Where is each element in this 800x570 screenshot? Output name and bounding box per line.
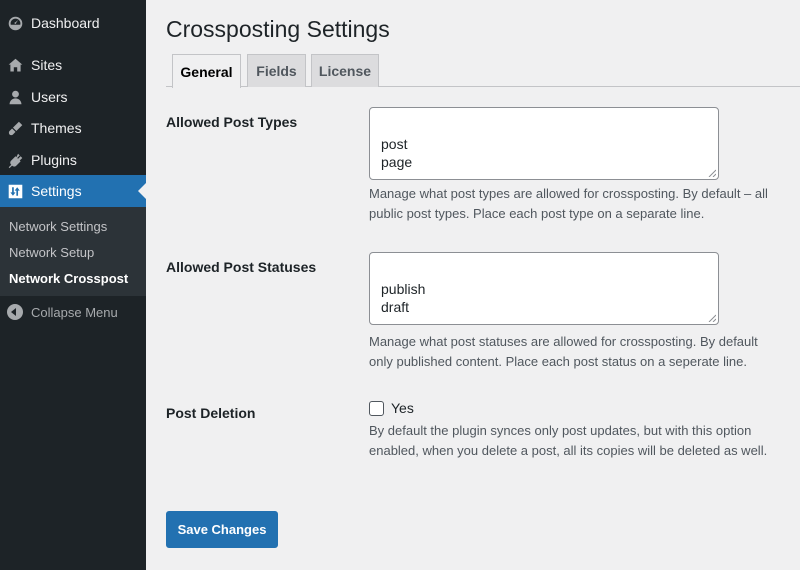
post-deletion-description: By default the plugin synces only post u… — [369, 423, 768, 458]
settings-submenu: Network Settings Network Setup Network C… — [0, 207, 146, 296]
post-types-textarea[interactable]: post page — [369, 107, 719, 180]
resize-grip-icon[interactable] — [708, 169, 716, 177]
admin-sidebar: Dashboard Sites Users Themes Plugins Set… — [0, 0, 146, 570]
page-title: Crossposting Settings — [166, 16, 390, 42]
sidebar-item-settings[interactable]: Settings — [0, 175, 146, 207]
sidebar-item-sites[interactable]: Sites — [0, 49, 146, 81]
tab-license[interactable]: License — [311, 54, 379, 87]
post-statuses-description: Manage what post statuses are allowed fo… — [369, 334, 758, 369]
post-deletion-checkbox[interactable] — [369, 401, 384, 416]
themes-icon — [6, 119, 24, 137]
post-deletion-label: Post Deletion — [166, 405, 256, 421]
post-types-description: Manage what post types are allowed for c… — [369, 186, 768, 221]
plugins-icon — [6, 151, 24, 169]
collapse-menu-button[interactable]: Collapse Menu — [0, 300, 146, 324]
post-statuses-value: publish draft — [381, 281, 426, 315]
sidebar-item-label: Settings — [31, 183, 82, 199]
post-types-label: Allowed Post Types — [166, 114, 298, 130]
sidebar-item-label: Users — [31, 89, 68, 105]
submenu-item-network-crosspost[interactable]: Network Crosspost — [9, 271, 128, 286]
settings-icon — [6, 182, 24, 200]
sidebar-item-themes[interactable]: Themes — [0, 112, 146, 144]
sidebar-item-label: Sites — [31, 57, 63, 73]
sidebar-item-label: Plugins — [31, 152, 77, 168]
post-types-value: post page — [381, 136, 413, 170]
post-statuses-textarea[interactable]: publish draft — [369, 252, 719, 325]
tab-general[interactable]: General — [172, 54, 241, 88]
users-icon — [6, 88, 24, 106]
settings-tabs: General Fields License — [166, 54, 800, 88]
sites-icon — [6, 56, 24, 74]
submenu-item-network-settings[interactable]: Network Settings — [9, 219, 107, 234]
resize-grip-icon[interactable] — [708, 314, 716, 322]
post-statuses-label: Allowed Post Statuses — [166, 259, 317, 275]
post-deletion-checkbox-label[interactable]: Yes — [391, 400, 414, 416]
tab-fields[interactable]: Fields — [247, 54, 306, 87]
sidebar-item-plugins[interactable]: Plugins — [0, 144, 146, 176]
sidebar-item-users[interactable]: Users — [0, 81, 146, 113]
sidebar-item-label: Themes — [31, 120, 82, 136]
dashboard-icon — [6, 14, 24, 32]
collapse-menu-label: Collapse Menu — [31, 304, 118, 320]
sidebar-item-label: Dashboard — [31, 15, 100, 31]
save-changes-button[interactable]: Save Changes — [166, 511, 278, 548]
submenu-item-network-setup[interactable]: Network Setup — [9, 245, 94, 260]
collapse-arrow-icon — [7, 304, 23, 320]
sidebar-item-dashboard[interactable]: Dashboard — [0, 7, 146, 39]
